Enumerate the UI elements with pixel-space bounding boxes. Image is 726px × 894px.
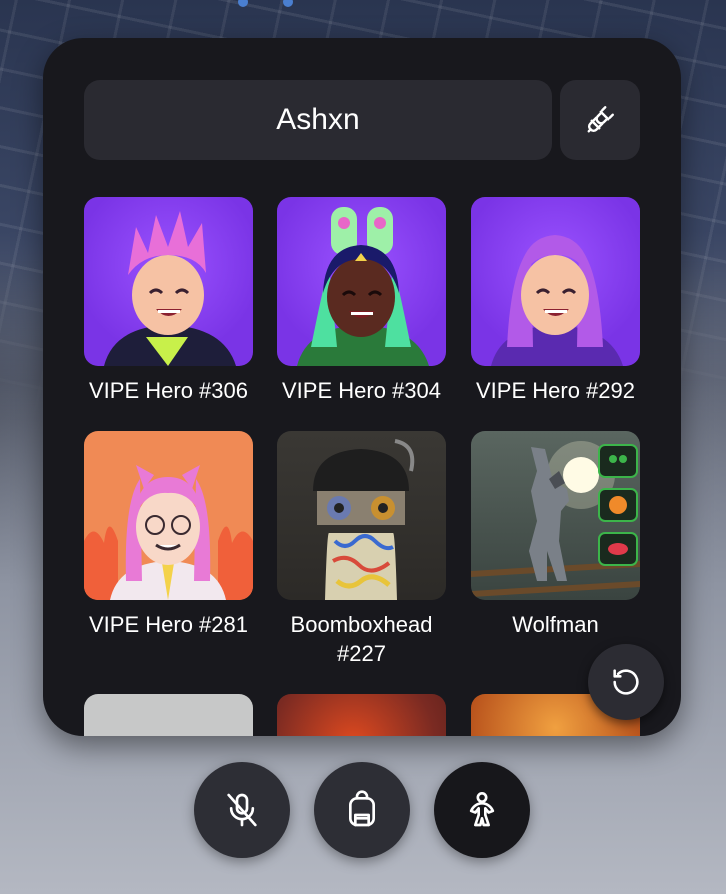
avatar-thumbnail xyxy=(277,694,446,736)
avatar-card[interactable]: VIPE Hero #281 xyxy=(84,431,253,639)
inventory-button[interactable] xyxy=(314,762,410,858)
avatar-thumbnail xyxy=(471,431,640,600)
avatar-person-icon xyxy=(469,792,495,827)
plug-connect-icon xyxy=(587,106,614,133)
avatar-name: VIPE Hero #306 xyxy=(89,378,248,403)
backpack-icon xyxy=(349,790,375,827)
avatar-portrait xyxy=(104,211,236,366)
avatar-thumbnail xyxy=(471,197,640,366)
avatar-card[interactable]: VIPE Hero #304 xyxy=(277,197,446,405)
avatar-button[interactable] xyxy=(434,762,530,858)
username-field[interactable]: Ashxn xyxy=(84,80,552,160)
mic-muted-icon xyxy=(227,793,257,827)
avatar-thumbnail xyxy=(277,197,446,366)
connect-wallet-button[interactable] xyxy=(560,80,640,160)
avatar-thumbnail xyxy=(84,431,253,600)
avatar-picker-panel: Ashxn VIPE Hero #306 VIPE Hero #304 VIPE… xyxy=(43,38,681,736)
avatar-card[interactable] xyxy=(84,694,253,736)
avatar-card[interactable]: Boomboxhead #227 xyxy=(277,431,446,668)
reset-avatar-button[interactable] xyxy=(588,644,664,720)
avatar-card[interactable]: VIPE Hero #292 xyxy=(471,197,640,405)
avatar-portrait xyxy=(297,207,429,366)
avatar-name: Boomboxhead #227 xyxy=(290,612,433,666)
avatar-thumbnail xyxy=(84,694,253,736)
avatar-thumbnail xyxy=(277,431,446,600)
avatar-portrait xyxy=(84,465,253,600)
avatar-name: VIPE Hero #281 xyxy=(89,612,248,637)
avatar-portrait xyxy=(491,235,623,366)
avatar-name: VIPE Hero #304 xyxy=(282,378,441,403)
avatar-portrait xyxy=(313,439,415,600)
avatar-card[interactable] xyxy=(277,694,446,736)
avatar-card[interactable]: VIPE Hero #306 xyxy=(84,197,253,405)
avatar-name: Wolfman xyxy=(512,612,599,637)
mute-microphone-button[interactable] xyxy=(194,762,290,858)
avatar-thumbnail xyxy=(84,197,253,366)
avatar-card[interactable]: Wolfman xyxy=(471,431,640,639)
reset-rotate-icon xyxy=(613,669,639,695)
avatar-portrait xyxy=(471,441,640,597)
avatar-name: VIPE Hero #292 xyxy=(476,378,635,403)
